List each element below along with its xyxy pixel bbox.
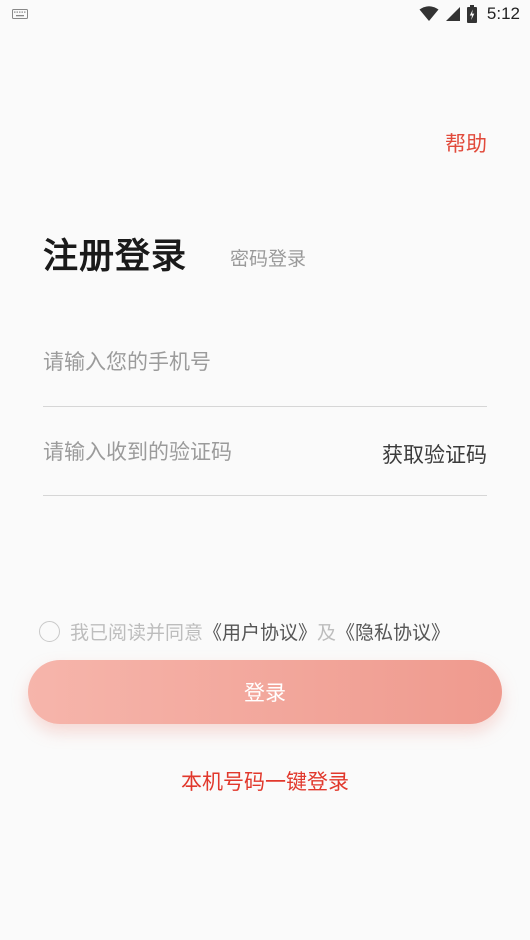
get-code-button[interactable]: 获取验证码 [382, 439, 487, 469]
code-field-container: 获取验证码 [43, 426, 487, 496]
login-button[interactable]: 登录 [28, 660, 502, 724]
one-click-login-link[interactable]: 本机号码一键登录 [0, 766, 530, 796]
status-bar: 5:12 [0, 0, 530, 28]
battery-charging-icon [466, 5, 477, 23]
keyboard-icon [12, 9, 28, 19]
agreement-joiner: 及 [317, 622, 337, 644]
phone-input[interactable] [43, 336, 363, 388]
clock-time: 5:12 [486, 4, 520, 23]
phone-field-container [43, 336, 487, 407]
agreement-row: 我已阅读并同意 《用户协议》 及 《隐私协议》 [39, 618, 450, 645]
password-login-tab[interactable]: 密码登录 [230, 244, 306, 271]
help-link[interactable]: 帮助 [445, 128, 487, 158]
privacy-policy-link[interactable]: 《隐私协议》 [336, 618, 450, 645]
login-screen: 5:12 帮助 注册登录 密码登录 获取验证码 我已阅读并同意 《用户协议》 及… [0, 0, 530, 940]
signal-icon [445, 7, 460, 21]
user-agreement-link[interactable]: 《用户协议》 [203, 618, 317, 645]
page-title: 注册登录 [43, 237, 188, 277]
agree-checkbox[interactable] [39, 621, 60, 642]
agreement-prefix: 我已阅读并同意 [70, 622, 204, 644]
wifi-icon [419, 6, 439, 21]
status-indicators: 5:12 [419, 3, 520, 25]
verification-code-input[interactable] [43, 426, 363, 478]
login-button-label: 登录 [244, 681, 286, 705]
